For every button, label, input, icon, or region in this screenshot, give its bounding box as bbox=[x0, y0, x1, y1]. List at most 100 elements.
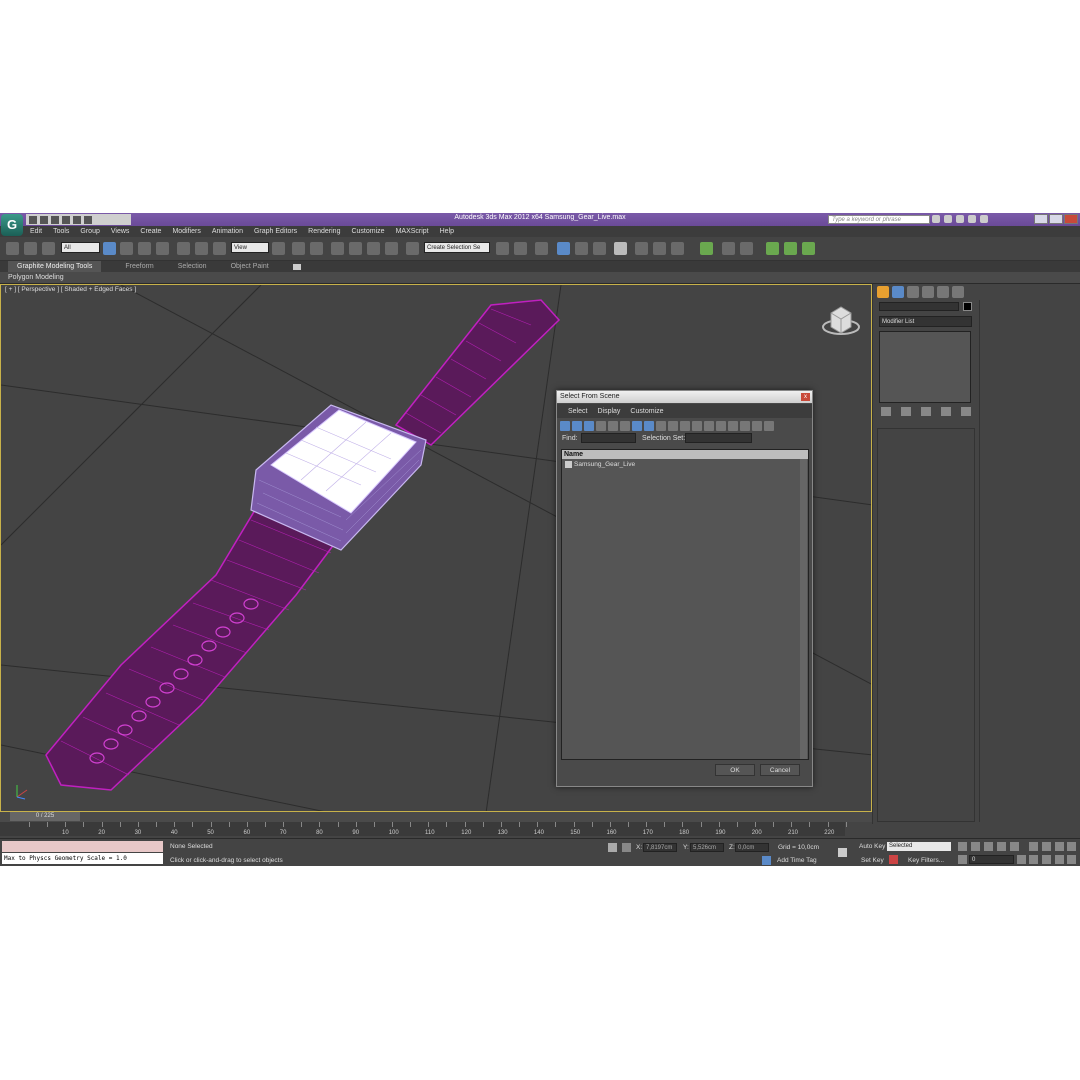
make-unique-icon[interactable] bbox=[921, 407, 931, 416]
render-setup-icon[interactable] bbox=[635, 242, 648, 255]
key-icon[interactable] bbox=[838, 848, 847, 857]
time-configuration-icon[interactable] bbox=[1017, 855, 1026, 864]
filter-icon[interactable] bbox=[752, 421, 762, 431]
modifier-list-dropdown[interactable]: Modifier List bbox=[879, 316, 972, 327]
plugin-c-icon[interactable] bbox=[740, 242, 753, 255]
menu-tools[interactable]: Tools bbox=[53, 228, 69, 235]
field-of-view-icon[interactable] bbox=[1029, 855, 1038, 864]
create-tab-icon[interactable] bbox=[877, 286, 889, 298]
set-key-filter-icon[interactable] bbox=[889, 855, 898, 864]
menu-edit[interactable]: Edit bbox=[30, 228, 42, 235]
zoom-all-icon[interactable] bbox=[1042, 842, 1051, 851]
plugin-e-icon[interactable] bbox=[784, 242, 797, 255]
help-icon[interactable] bbox=[980, 215, 988, 223]
favorites-icon[interactable] bbox=[968, 215, 976, 223]
filter-options-icon[interactable] bbox=[764, 421, 774, 431]
named-selection-set-dropdown[interactable]: Create Selection Se bbox=[424, 242, 490, 253]
dialog-menu-select[interactable]: Select bbox=[568, 408, 587, 415]
plugin-b-icon[interactable] bbox=[722, 242, 735, 255]
selection-set-dropdown[interactable] bbox=[685, 433, 752, 443]
show-end-result-icon[interactable] bbox=[901, 407, 911, 416]
maxscript-listener-output[interactable] bbox=[2, 841, 163, 852]
display-helpers-icon[interactable] bbox=[608, 421, 618, 431]
minimize-button[interactable] bbox=[1034, 214, 1048, 224]
time-slider[interactable]: 0 / 225 bbox=[0, 812, 872, 822]
edit-named-selection-icon[interactable] bbox=[406, 242, 419, 255]
display-geometry-icon[interactable] bbox=[560, 421, 570, 431]
menu-animation[interactable]: Animation bbox=[212, 228, 243, 235]
keyboard-shortcut-override-icon[interactable] bbox=[310, 242, 323, 255]
display-invert-icon[interactable] bbox=[728, 421, 738, 431]
menu-graph-editors[interactable]: Graph Editors bbox=[254, 228, 297, 235]
display-bones-icon[interactable] bbox=[656, 421, 666, 431]
tab-selection[interactable]: Selection bbox=[178, 263, 207, 270]
search-icon[interactable] bbox=[932, 215, 940, 223]
scale-icon[interactable] bbox=[213, 242, 226, 255]
column-header-name[interactable]: Name bbox=[562, 450, 808, 459]
angle-snap-icon[interactable] bbox=[349, 242, 362, 255]
scene-object-list[interactable]: Name Samsung_Gear_Live bbox=[561, 449, 809, 760]
set-key-button[interactable]: Set Key bbox=[861, 857, 884, 864]
ok-button[interactable]: OK bbox=[715, 764, 755, 776]
spinner-snap-icon[interactable] bbox=[385, 242, 398, 255]
pin-stack-icon[interactable] bbox=[881, 407, 891, 416]
zoom-icon[interactable] bbox=[1029, 842, 1038, 851]
auto-key-button[interactable]: Auto Key bbox=[859, 843, 885, 850]
current-frame-field[interactable]: 0 bbox=[969, 855, 1014, 864]
pan-view-icon[interactable] bbox=[1042, 855, 1051, 864]
select-and-manipulate-icon[interactable] bbox=[292, 242, 305, 255]
search-input[interactable]: Type a keyword or phrase bbox=[828, 215, 930, 224]
viewport-label[interactable]: [ + ] [ Perspective ] [ Shaded + Edged F… bbox=[5, 286, 136, 293]
y-coordinate-field[interactable]: 5,526cm bbox=[690, 843, 724, 852]
material-editor-icon[interactable] bbox=[614, 242, 627, 255]
z-coordinate-field[interactable]: 0,0cm bbox=[735, 843, 769, 852]
orbit-icon[interactable] bbox=[1055, 855, 1064, 864]
select-object-icon[interactable] bbox=[103, 242, 116, 255]
viewcube-icon[interactable] bbox=[821, 301, 861, 341]
list-item[interactable]: Samsung_Gear_Live bbox=[565, 461, 635, 468]
menu-modifiers[interactable]: Modifiers bbox=[172, 228, 200, 235]
previous-frame-icon[interactable] bbox=[971, 842, 980, 851]
menu-help[interactable]: Help bbox=[440, 228, 454, 235]
modifier-stack[interactable] bbox=[879, 331, 971, 403]
display-groups-icon[interactable] bbox=[632, 421, 642, 431]
time-tag-icon[interactable] bbox=[762, 856, 771, 865]
align-icon[interactable] bbox=[514, 242, 527, 255]
next-frame-icon[interactable] bbox=[997, 842, 1006, 851]
curve-editor-icon[interactable] bbox=[575, 242, 588, 255]
bind-to-space-warp-icon[interactable] bbox=[42, 242, 55, 255]
close-button[interactable] bbox=[1064, 214, 1078, 224]
reference-coordinate-dropdown[interactable]: View bbox=[231, 242, 269, 253]
plugin-d-icon[interactable] bbox=[766, 242, 779, 255]
menu-views[interactable]: Views bbox=[111, 228, 130, 235]
find-input[interactable] bbox=[581, 433, 636, 443]
layer-manager-icon[interactable] bbox=[535, 242, 548, 255]
object-name-field[interactable] bbox=[879, 302, 959, 311]
remove-modifier-icon[interactable] bbox=[941, 407, 951, 416]
window-crossing-icon[interactable] bbox=[156, 242, 169, 255]
absolute-mode-icon[interactable] bbox=[622, 843, 631, 852]
graphite-modeling-tools-icon[interactable] bbox=[557, 242, 570, 255]
display-lights-icon[interactable] bbox=[584, 421, 594, 431]
menu-rendering[interactable]: Rendering bbox=[308, 228, 340, 235]
zoom-extents-all-icon[interactable] bbox=[1067, 842, 1076, 851]
communication-center-icon[interactable] bbox=[956, 215, 964, 223]
dialog-menu-customize[interactable]: Customize bbox=[630, 408, 663, 415]
motion-tab-icon[interactable] bbox=[922, 286, 934, 298]
rectangular-selection-icon[interactable] bbox=[138, 242, 151, 255]
selection-filter-dropdown[interactable]: All bbox=[61, 242, 100, 253]
display-tab-icon[interactable] bbox=[937, 286, 949, 298]
maximize-viewport-icon[interactable] bbox=[1067, 855, 1076, 864]
rotate-icon[interactable] bbox=[195, 242, 208, 255]
menu-group[interactable]: Group bbox=[80, 228, 99, 235]
display-frozen-icon[interactable] bbox=[680, 421, 690, 431]
play-icon[interactable] bbox=[984, 842, 993, 851]
sync-selection-icon[interactable] bbox=[740, 421, 750, 431]
select-by-name-icon[interactable] bbox=[120, 242, 133, 255]
list-scrollbar[interactable] bbox=[800, 459, 807, 759]
display-shapes-icon[interactable] bbox=[572, 421, 582, 431]
menu-create[interactable]: Create bbox=[140, 228, 161, 235]
go-to-start-icon[interactable] bbox=[958, 842, 967, 851]
plugin-f-icon[interactable] bbox=[802, 242, 815, 255]
display-space-warps-icon[interactable] bbox=[620, 421, 630, 431]
